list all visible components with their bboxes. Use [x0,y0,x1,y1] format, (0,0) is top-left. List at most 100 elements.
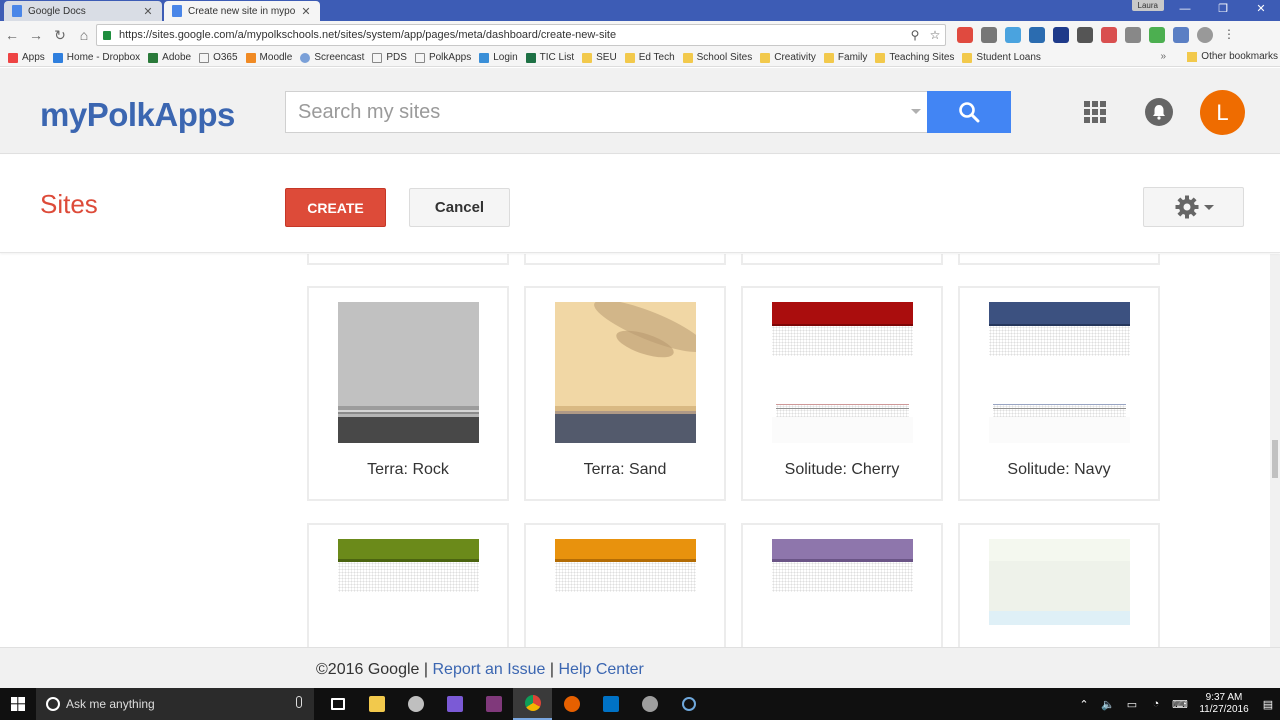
bookmark-dropbox[interactable]: Home - Dropbox [52,52,140,63]
theme-card-terra-rock[interactable]: Terra: Rock [307,286,509,501]
close-window-icon[interactable]: ✕ [1242,0,1280,18]
avatar[interactable]: L [1200,90,1245,135]
extension-icon[interactable] [957,27,973,43]
back-arrow-icon[interactable]: ← [0,27,24,43]
theme-gallery: Terra: Rock Terra: Sand Solitude: Cherry [0,254,1270,647]
tab-create-new-site[interactable]: Create new site in mypo ✕ [164,1,320,21]
other-bookmarks[interactable]: Other bookmarks [1187,51,1278,62]
extension-icon[interactable] [1077,27,1093,43]
extension-icon[interactable] [981,27,997,43]
visual-studio-icon[interactable] [435,688,474,720]
extension-icon[interactable] [1125,27,1141,43]
cortana-search-input[interactable] [66,697,286,711]
theme-card[interactable] [524,523,726,647]
bookmark-school-sites[interactable]: School Sites [682,52,752,63]
tab-google-docs[interactable]: Google Docs ✕ [4,1,162,21]
extension-icon[interactable] [1053,27,1069,43]
search-button[interactable] [927,91,1011,133]
search-input[interactable] [298,100,888,124]
media-app-icon[interactable] [669,688,708,720]
bookmark-teaching-sites[interactable]: Teaching Sites [875,52,954,63]
bookmark-polkapps[interactable]: PolkApps [414,52,471,63]
zoom-icon[interactable]: ⚲ [905,28,925,42]
bookmark-adobe[interactable]: Adobe [148,52,191,63]
home-icon[interactable]: ⌂ [72,27,96,43]
notifications-bell-icon[interactable] [1145,98,1173,126]
restore-icon[interactable]: ❐ [1204,0,1242,18]
help-center-link[interactable]: Help Center [559,661,644,678]
scrollbar-thumb[interactable] [1272,440,1278,478]
chevron-down-icon [1203,204,1214,210]
create-button[interactable]: CREATE [285,188,386,227]
cancel-button[interactable]: Cancel [409,188,510,227]
bookmark-pds[interactable]: PDS [372,52,407,63]
bookmark-moodle[interactable]: Moodle [245,52,292,63]
apps-grid-icon[interactable] [1084,101,1106,123]
bookmark-student-loans[interactable]: Student Loans [962,52,1041,63]
settings-button[interactable] [1143,187,1244,227]
bookmark-apps[interactable]: Apps [8,52,45,63]
bookmark-o365[interactable]: O365 [199,52,238,63]
bookmark-family[interactable]: Family [823,52,867,63]
battery-icon[interactable]: ▭ [1120,698,1144,711]
close-icon[interactable]: ✕ [300,5,312,18]
clock-date: 11/27/2016 [1199,704,1249,715]
bookmark-screencast[interactable]: Screencast [300,52,364,63]
star-icon[interactable]: ☆ [925,28,945,42]
keyboard-icon[interactable]: ⌨ [1168,698,1192,711]
theme-card-solitude-cherry[interactable]: Solitude: Cherry [741,286,943,501]
wifi-icon[interactable]: ◔ [1144,698,1168,710]
extension-icon[interactable] [1101,27,1117,43]
bookmark-creativity[interactable]: Creativity [760,52,816,63]
theme-card[interactable] [307,254,509,265]
theme-card-terra-sand[interactable]: Terra: Sand [524,286,726,501]
address-bar[interactable]: https://sites.google.com/a/mypolkschools… [96,24,946,46]
profile-button[interactable]: Laura [1131,0,1164,11]
reload-icon[interactable]: ↻ [48,27,72,44]
moodle-icon [245,52,256,63]
extension-icon[interactable] [1005,27,1021,43]
bookmark-login[interactable]: Login [479,52,518,63]
screencast-app-icon[interactable] [396,688,435,720]
report-issue-link[interactable]: Report an Issue [432,661,545,678]
theme-card[interactable] [741,254,943,265]
extension-icon[interactable] [1173,27,1189,43]
firefox-icon[interactable] [552,688,591,720]
show-hidden-icons-chevron-icon[interactable]: ⌃ [1072,698,1096,711]
microphone-icon[interactable] [296,696,302,708]
theme-name: Terra: Rock [367,461,449,478]
file-explorer-icon[interactable] [357,688,396,720]
theme-card[interactable] [958,523,1160,647]
close-icon[interactable]: ✕ [142,5,154,18]
search-box [285,91,927,133]
theme-card-solitude-navy[interactable]: Solitude: Navy [958,286,1160,501]
theme-card[interactable] [307,523,509,647]
clock-time: 9:37 AM [1205,692,1243,703]
bookmark-seu[interactable]: SEU [582,52,617,63]
volume-icon[interactable]: 🔈 [1096,698,1120,711]
action-center-icon[interactable]: ▤ [1256,698,1280,711]
theme-card[interactable] [524,254,726,265]
outlook-icon[interactable] [591,688,630,720]
task-view-icon[interactable] [318,688,357,720]
chrome-icon[interactable] [513,688,552,720]
chrome-menu-icon[interactable]: ⋮ [1221,27,1237,43]
bookmark-ed-tech[interactable]: Ed Tech [624,52,675,63]
clock[interactable]: 9:37 AM 11/27/2016 [1192,692,1256,716]
page-scrollbar[interactable] [1270,254,1280,647]
start-button[interactable] [0,688,36,720]
forward-arrow-icon[interactable]: → [24,27,48,43]
extension-icon[interactable] [1197,27,1213,43]
theme-card[interactable] [741,523,943,647]
more-bookmarks-chevron-icon[interactable]: » [1160,51,1166,62]
mypolkapps-logo[interactable]: myPolkApps [40,96,235,134]
minimize-icon[interactable]: — [1166,0,1204,18]
onenote-icon[interactable] [474,688,513,720]
extension-icon[interactable] [1149,27,1165,43]
search-dropdown-caret-icon[interactable] [911,109,921,114]
sync-app-icon[interactable] [630,688,669,720]
url-text[interactable]: https://sites.google.com/a/mypolkschools… [119,29,905,41]
theme-card[interactable] [958,254,1160,265]
bookmark-tic-list[interactable]: TIC List [525,52,574,63]
extension-icon[interactable] [1029,27,1045,43]
